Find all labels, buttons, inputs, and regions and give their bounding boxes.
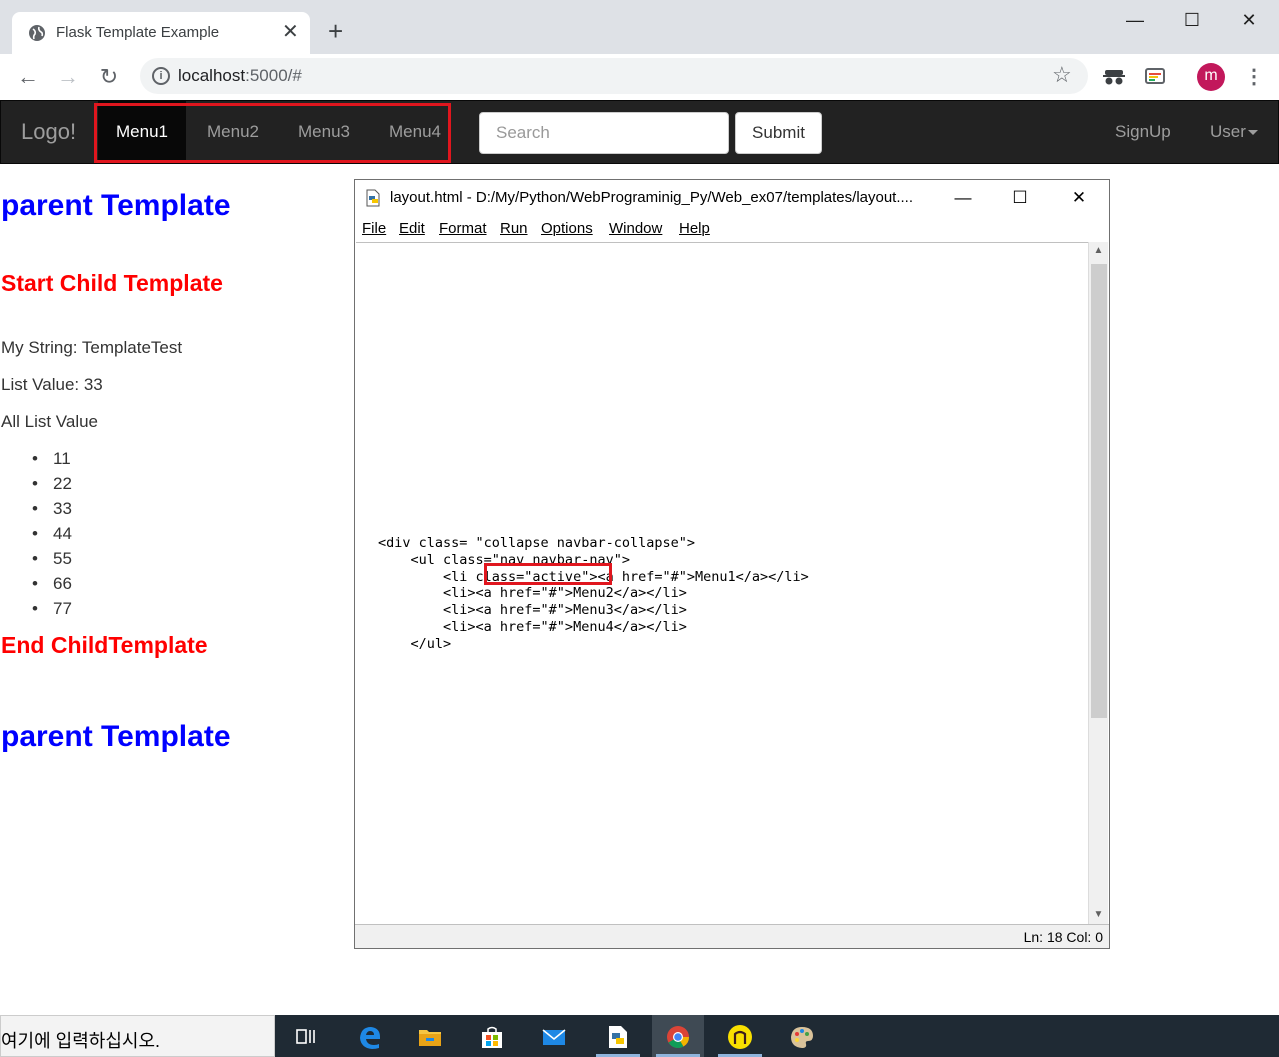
menu-item-menu4[interactable]: Menu4: [370, 101, 460, 163]
taskbar-chrome[interactable]: [652, 1015, 704, 1057]
taskbar-mail[interactable]: [528, 1015, 580, 1057]
profile-avatar[interactable]: m: [1197, 63, 1225, 91]
scroll-up-icon[interactable]: ▲: [1089, 242, 1108, 260]
folder-icon: [419, 1030, 441, 1046]
new-tab-button[interactable]: +: [328, 18, 343, 44]
list-item: 22: [30, 473, 72, 498]
taskbar-python-idle[interactable]: [592, 1015, 644, 1057]
menu-help[interactable]: Help: [679, 220, 710, 237]
child-end-heading: End ChildTemplate: [1, 632, 208, 658]
list-item: 33: [30, 498, 72, 523]
list-item: 11: [30, 448, 72, 473]
paint-palette-icon: [791, 1027, 813, 1048]
editor-text-area[interactable]: <div class= "collapse navbar-collapse"> …: [356, 242, 1088, 924]
windows-taskbar: 여기에 입력하십시오.: [0, 1015, 1279, 1057]
search-input[interactable]: [479, 112, 729, 154]
value-list: 11 22 33 44 55 66 77: [30, 448, 72, 623]
editor-title: layout.html - D:/My/Python/WebProgramini…: [390, 189, 914, 206]
list-item: 77: [30, 598, 72, 623]
editor-close-button[interactable]: ✕: [1064, 184, 1094, 212]
editor-status-bar: Ln: 18 Col: 0: [355, 924, 1109, 948]
scroll-thumb[interactable]: [1091, 264, 1107, 718]
submit-button[interactable]: Submit: [735, 112, 822, 154]
code-text: <div class= "collapse navbar-collapse"> …: [378, 535, 809, 652]
caret-down-icon: [1247, 130, 1258, 136]
parent-template-heading-bottom: parent Template: [1, 720, 231, 753]
info-icon[interactable]: i: [152, 67, 170, 85]
close-tab-icon[interactable]: ✕: [282, 22, 299, 42]
menu-format[interactable]: Format: [439, 220, 487, 237]
maximize-button[interactable]: ☐: [1177, 8, 1207, 32]
taskbar-store[interactable]: [466, 1015, 518, 1057]
editor-scrollbar[interactable]: ▲ ▼: [1088, 242, 1108, 924]
idle-editor-window: layout.html - D:/My/Python/WebProgramini…: [354, 179, 1110, 949]
list-item: 66: [30, 573, 72, 598]
my-string-text: My String: TemplateTest: [1, 338, 183, 357]
menu-options[interactable]: Options: [541, 220, 593, 237]
parent-template-heading-top: parent Template: [1, 189, 231, 222]
incognito-extension-icon[interactable]: [1102, 66, 1126, 88]
list-value-text: List Value: 33: [1, 375, 103, 394]
cast-extension-icon[interactable]: [1143, 66, 1167, 88]
chrome-icon: [667, 1026, 689, 1048]
user-dropdown[interactable]: User: [1210, 101, 1258, 163]
forward-arrow-icon[interactable]: →: [55, 64, 81, 90]
taskbar-search-box[interactable]: 여기에 입력하십시오.: [0, 1015, 275, 1057]
url-text: localhost:5000/#: [178, 66, 302, 85]
menu-item-menu2[interactable]: Menu2: [188, 101, 278, 163]
editor-menubar: File Edit Format Run Options Window Help: [355, 216, 1109, 242]
task-view-button[interactable]: [280, 1015, 332, 1057]
task-view-icon: [296, 1029, 315, 1044]
child-start-heading: Start Child Template: [1, 270, 223, 296]
navbar-brand[interactable]: Logo!: [21, 119, 76, 145]
site-navbar: Logo! Menu1 Menu2 Menu3 Menu4 Submit Sig…: [0, 100, 1279, 164]
menu-window[interactable]: Window: [609, 220, 662, 237]
editor-title-bar[interactable]: layout.html - D:/My/Python/WebProgramini…: [355, 180, 1109, 216]
menu-file[interactable]: File: [362, 220, 386, 237]
all-list-label: All List Value: [1, 412, 99, 431]
signup-link[interactable]: SignUp: [1115, 101, 1171, 163]
list-item: 44: [30, 523, 72, 548]
user-dropdown-label: User: [1210, 122, 1246, 141]
python-idle-icon: [609, 1026, 627, 1048]
menu-item-menu3[interactable]: Menu3: [279, 101, 369, 163]
taskbar-edge[interactable]: [344, 1015, 396, 1057]
minimize-button[interactable]: —: [1120, 8, 1150, 32]
taskbar-kakao[interactable]: [714, 1015, 766, 1057]
menu-run[interactable]: Run: [500, 220, 528, 237]
taskbar-paint[interactable]: [776, 1015, 828, 1057]
browser-tab-strip: Flask Template Example ✕ + — ☐ ✕: [0, 0, 1279, 54]
close-window-button[interactable]: ✕: [1234, 8, 1264, 32]
editor-minimize-button[interactable]: —: [948, 184, 978, 212]
address-bar[interactable]: i localhost:5000/# ☆: [140, 58, 1088, 94]
taskbar-search-text: 여기에 입력하십시오.: [1, 1031, 161, 1051]
globe-icon: [29, 25, 45, 41]
bookmark-star-icon[interactable]: ☆: [1052, 62, 1072, 88]
editor-maximize-button[interactable]: ☐: [1005, 184, 1035, 212]
python-file-icon: [366, 189, 380, 207]
menu-item-menu1[interactable]: Menu1: [98, 101, 186, 163]
more-options-icon[interactable]: ⋮: [1244, 63, 1264, 91]
list-item: 55: [30, 548, 72, 573]
store-icon: [482, 1026, 502, 1048]
cursor-position: Ln: 18 Col: 0: [1023, 929, 1103, 945]
edge-icon: [360, 1027, 380, 1049]
back-arrow-icon[interactable]: ←: [15, 64, 41, 90]
reload-icon[interactable]: ↻: [96, 64, 122, 90]
kakao-icon: [728, 1025, 752, 1049]
taskbar-file-explorer[interactable]: [404, 1015, 456, 1057]
tab-title: Flask Template Example: [56, 24, 220, 41]
browser-tab[interactable]: Flask Template Example ✕: [12, 12, 310, 54]
browser-toolbar: ← → ↻ i localhost:5000/# ☆ m ⋮: [0, 54, 1279, 100]
mail-icon: [542, 1029, 566, 1045]
menu-edit[interactable]: Edit: [399, 220, 425, 237]
scroll-down-icon[interactable]: ▼: [1089, 906, 1108, 924]
